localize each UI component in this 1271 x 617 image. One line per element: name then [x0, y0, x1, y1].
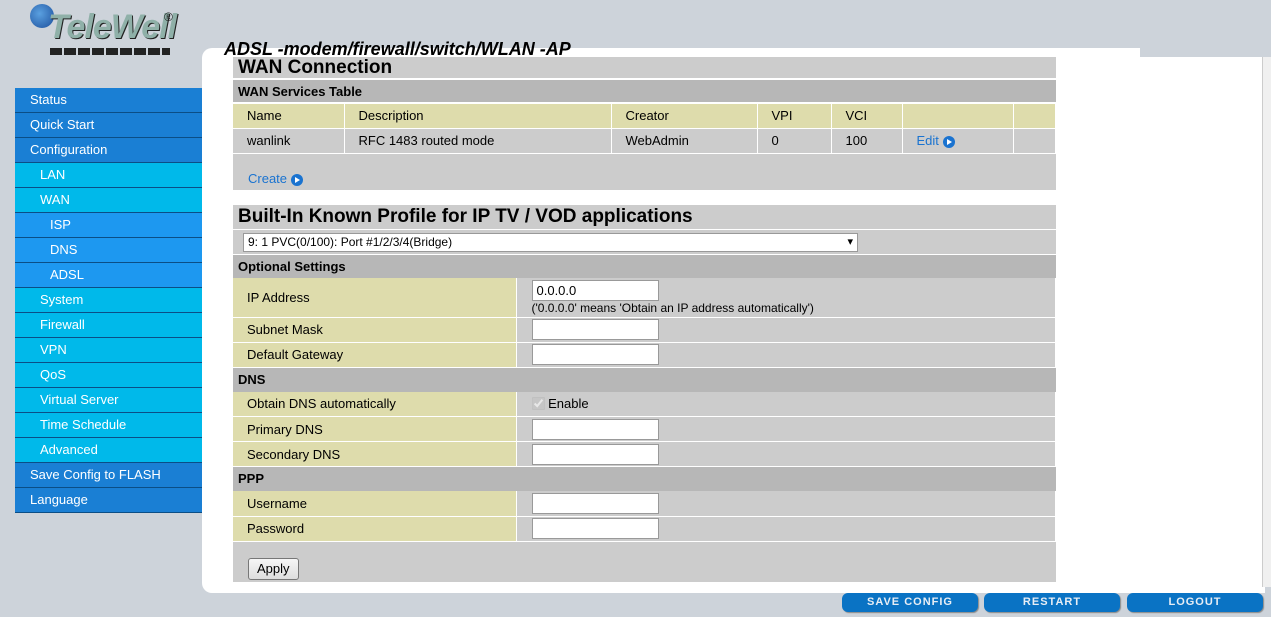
sidebar-item-isp[interactable]: ISP: [15, 213, 202, 238]
ip-address-input[interactable]: [531, 279, 659, 301]
enable-dns-checkbox[interactable]: [531, 397, 545, 411]
primary-dns-input[interactable]: [531, 418, 659, 440]
apply-button[interactable]: Apply: [248, 557, 299, 580]
sidebar-item-configuration[interactable]: Configuration: [15, 138, 202, 163]
sidebar-nav: Status Quick Start Configuration LAN WAN ISP D…: [15, 88, 202, 513]
sidebar-item-lan[interactable]: LAN: [15, 163, 202, 188]
password-input[interactable]: [531, 518, 659, 539]
profile-select-row: 9: 1 PVC(0/100): Port #1/2/3/4(Bridge): [233, 229, 1056, 254]
sidebar-item-dns[interactable]: DNS: [15, 238, 202, 263]
subnet-cell: [516, 317, 1056, 343]
ip-address-cell: ('0.0.0.0' means 'Obtain an IP address a…: [516, 278, 1056, 318]
table-header-row: Name Description Creator VPI VCI: [233, 103, 1056, 129]
col-vpi: VPI: [757, 103, 832, 129]
profile-section: Built-In Known Profile for IP TV / VOD a…: [233, 205, 1056, 582]
edit-label[interactable]: Edit: [917, 133, 939, 148]
save-config-button[interactable]: SAVE CONFIG: [842, 593, 978, 612]
create-row: Create: [233, 153, 1056, 190]
cell-creator: WebAdmin: [611, 128, 758, 154]
telewell-logo: TeleWell ®: [30, 4, 180, 60]
ip-address-label: IP Address: [233, 278, 517, 318]
table-title: WAN Services Table: [233, 78, 1056, 102]
apply-row: Apply: [233, 541, 1056, 582]
restart-button[interactable]: RESTART: [984, 593, 1120, 612]
settings-form: IP Address ('0.0.0.0' means 'Obtain an I…: [233, 278, 1056, 368]
logo-text: TeleWell: [48, 8, 177, 46]
gateway-cell: [516, 342, 1056, 368]
profile-title: Built-In Known Profile for IP TV / VOD a…: [233, 205, 1056, 229]
cell-extra: [1013, 128, 1056, 154]
primary-dns-cell: [516, 416, 1056, 442]
cell-vci: 100: [831, 128, 903, 154]
scrollbar[interactable]: [1262, 57, 1271, 587]
cell-name: wanlink: [233, 128, 345, 154]
logo-bar: [50, 48, 170, 55]
username-input[interactable]: [531, 492, 659, 514]
optional-settings-title: Optional Settings: [233, 254, 1056, 278]
sidebar-item-status[interactable]: Status: [15, 88, 202, 113]
section-title: WAN Connection: [233, 57, 1056, 78]
logout-button[interactable]: LOGOUT: [1127, 593, 1263, 612]
password-label: Password: [233, 516, 517, 542]
primary-dns-label: Primary DNS: [233, 416, 517, 442]
sidebar-item-language[interactable]: Language: [15, 488, 202, 513]
sidebar-item-virtual-server[interactable]: Virtual Server: [15, 388, 202, 413]
obtain-dns-cell: Enable: [516, 391, 1056, 417]
col-creator: Creator: [611, 103, 758, 129]
sidebar-item-system[interactable]: System: [15, 288, 202, 313]
sidebar-item-quick-start[interactable]: Quick Start: [15, 113, 202, 138]
obtain-dns-label: Obtain DNS automatically: [233, 391, 517, 417]
sidebar-item-save-config-to-flash[interactable]: Save Config to FLASH: [15, 463, 202, 488]
cell-description: RFC 1483 routed mode: [344, 128, 612, 154]
cell-vpi: 0: [757, 128, 832, 154]
dns-form: Obtain DNS automatically Enable Primary …: [233, 391, 1056, 467]
sidebar-item-advanced[interactable]: Advanced: [15, 438, 202, 463]
arrow-right-icon[interactable]: [291, 173, 304, 186]
col-vci: VCI: [831, 103, 903, 129]
ppp-form: Username Password: [233, 491, 1056, 542]
password-cell: [516, 516, 1056, 542]
sidebar-item-adsl[interactable]: ADSL: [15, 263, 202, 288]
edit-link[interactable]: Edit: [902, 128, 1014, 154]
dns-title: DNS: [233, 367, 1056, 392]
arrow-right-icon[interactable]: [942, 136, 955, 148]
sidebar-item-firewall[interactable]: Firewall: [15, 313, 202, 338]
page-subtitle: ADSL -modem/firewall/switch/WLAN -AP: [224, 39, 571, 59]
col-name: Name: [233, 103, 345, 129]
subnet-mask-label: Subnet Mask: [233, 317, 517, 343]
registered-mark: ®: [164, 10, 173, 24]
content-panel-right: [1135, 57, 1265, 593]
wan-services-table: Name Description Creator VPI VCI wanlink…: [233, 102, 1056, 154]
col-extra: [1013, 103, 1056, 129]
ppp-title: PPP: [233, 467, 1056, 491]
ip-hint: ('0.0.0.0' means 'Obtain an IP address a…: [531, 300, 814, 315]
wan-connection-section: WAN Connection WAN Services Table Name D…: [233, 57, 1056, 190]
col-action: [902, 103, 1014, 129]
sidebar-item-qos[interactable]: QoS: [15, 363, 202, 388]
table-row: wanlink RFC 1483 routed mode WebAdmin 0 …: [233, 128, 1056, 154]
sidebar-item-vpn[interactable]: VPN: [15, 338, 202, 363]
secondary-dns-input[interactable]: [531, 443, 659, 465]
col-description: Description: [344, 103, 612, 129]
sidebar-item-wan[interactable]: WAN: [15, 188, 202, 213]
enable-label: Enable: [548, 396, 589, 412]
secondary-dns-cell: [516, 441, 1056, 467]
subnet-mask-input[interactable]: [531, 319, 659, 340]
username-cell: [516, 491, 1056, 517]
gateway-label: Default Gateway: [233, 342, 517, 368]
username-label: Username: [233, 491, 517, 517]
sidebar-item-time-schedule[interactable]: Time Schedule: [15, 413, 202, 438]
create-link[interactable]: Create: [248, 171, 287, 186]
profile-select[interactable]: 9: 1 PVC(0/100): Port #1/2/3/4(Bridge): [243, 233, 858, 252]
gateway-input[interactable]: [531, 344, 659, 365]
secondary-dns-label: Secondary DNS: [233, 441, 517, 467]
